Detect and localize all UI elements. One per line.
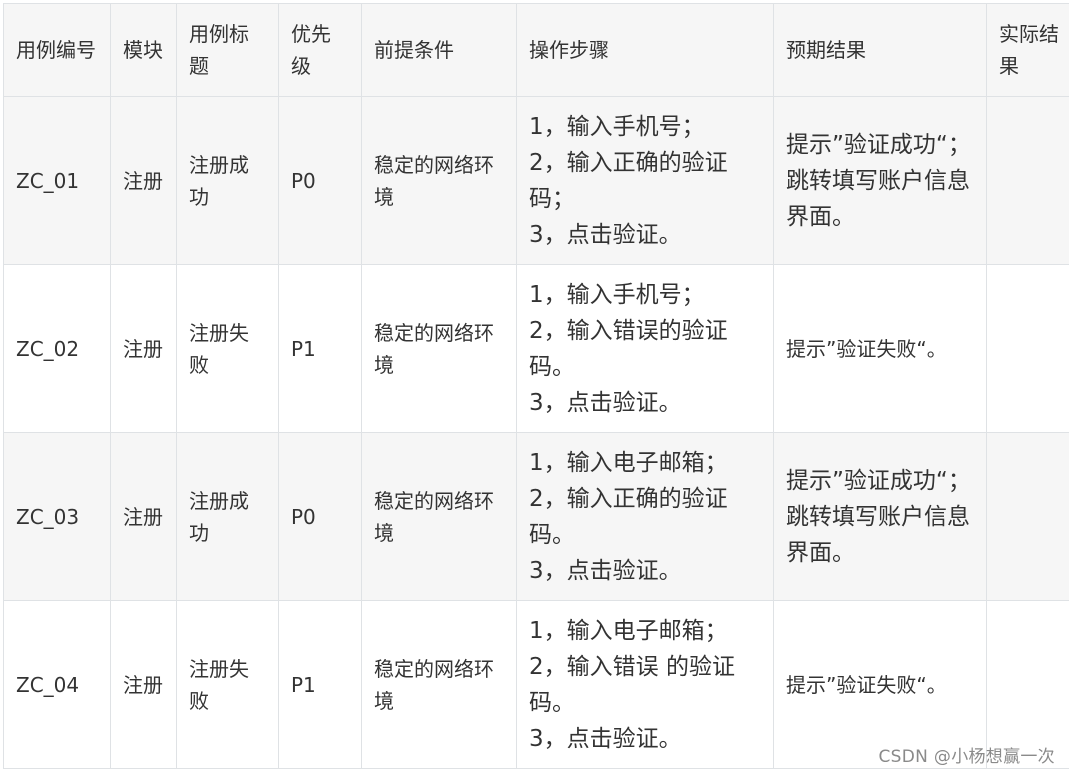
step-line: 1，输入电子邮箱； [529, 617, 728, 644]
test-case-table: 用例编号 模块 用例标题 优先级 前提条件 操作步骤 预期结果 实际结果 ZC_… [3, 3, 1069, 769]
case-id-cell: ZC_03 [3, 432, 111, 601]
priority-cell: P0 [278, 432, 362, 601]
module-cell: 注册 [110, 600, 177, 769]
case-id-cell: ZC_02 [3, 264, 111, 433]
priority-cell: P0 [278, 96, 362, 265]
title-cell: 注册失败 [176, 600, 279, 769]
header-priority: 优先级 [278, 3, 362, 97]
actual-result-cell [986, 432, 1069, 601]
step-line: 2，输入正确的验证码； [529, 149, 728, 212]
header-expected-result: 预期结果 [773, 3, 987, 97]
header-steps: 操作步骤 [516, 3, 774, 97]
module-cell: 注册 [110, 264, 177, 433]
step-line: 2，输入错误 的验证码。 [529, 653, 735, 716]
header-row: 用例编号 模块 用例标题 优先级 前提条件 操作步骤 预期结果 实际结果 [3, 3, 1069, 97]
step-line: 1，输入手机号； [529, 113, 705, 140]
case-id-cell: ZC_04 [3, 600, 111, 769]
step-line: 3，点击验证。 [529, 557, 682, 584]
header-case-title: 用例标题 [176, 3, 279, 97]
actual-result-cell [986, 96, 1069, 265]
steps-cell: 1，输入手机号； 2，输入正确的验证码； 3，点击验证。 [516, 96, 774, 265]
expected-result-cell: 提示”验证成功“；跳转填写账户信息界面。 [773, 432, 987, 601]
case-id-cell: ZC_01 [3, 96, 111, 265]
module-cell: 注册 [110, 432, 177, 601]
precondition-cell: 稳定的网络环境 [361, 96, 517, 265]
precondition-cell: 稳定的网络环境 [361, 600, 517, 769]
step-line: 3，点击验证。 [529, 389, 682, 416]
expected-result-cell: 提示”验证成功“；跳转填写账户信息界面。 [773, 96, 987, 265]
step-line: 2，输入正确的验证码。 [529, 485, 728, 548]
steps-cell: 1，输入电子邮箱； 2，输入错误 的验证码。 3，点击验证。 [516, 600, 774, 769]
header-case-id: 用例编号 [3, 3, 111, 97]
header-module: 模块 [110, 3, 177, 97]
step-line: 1，输入手机号； [529, 281, 705, 308]
precondition-cell: 稳定的网络环境 [361, 264, 517, 433]
table-row: ZC_03 注册 注册成功 P0 稳定的网络环境 1，输入电子邮箱； 2，输入正… [3, 432, 1069, 601]
header-actual-result: 实际结果 [986, 3, 1069, 97]
title-cell: 注册失败 [176, 264, 279, 433]
steps-cell: 1，输入电子邮箱； 2，输入正确的验证码。 3，点击验证。 [516, 432, 774, 601]
title-cell: 注册成功 [176, 96, 279, 265]
title-cell: 注册成功 [176, 432, 279, 601]
precondition-cell: 稳定的网络环境 [361, 432, 517, 601]
table-row: ZC_01 注册 注册成功 P0 稳定的网络环境 1，输入手机号； 2，输入正确… [3, 96, 1069, 265]
header-precondition: 前提条件 [361, 3, 517, 97]
priority-cell: P1 [278, 600, 362, 769]
expected-result-cell: 提示”验证失败“。 [773, 264, 987, 433]
steps-cell: 1，输入手机号； 2，输入错误的验证码。 3，点击验证。 [516, 264, 774, 433]
table-row: ZC_02 注册 注册失败 P1 稳定的网络环境 1，输入手机号； 2，输入错误… [3, 264, 1069, 433]
step-line: 2，输入错误的验证码。 [529, 317, 728, 380]
csdn-watermark: CSDN @小杨想赢一次 [878, 747, 1055, 767]
priority-cell: P1 [278, 264, 362, 433]
module-cell: 注册 [110, 96, 177, 265]
actual-result-cell [986, 264, 1069, 433]
step-line: 1，输入电子邮箱； [529, 449, 728, 476]
step-line: 3，点击验证。 [529, 725, 682, 752]
step-line: 3，点击验证。 [529, 221, 682, 248]
